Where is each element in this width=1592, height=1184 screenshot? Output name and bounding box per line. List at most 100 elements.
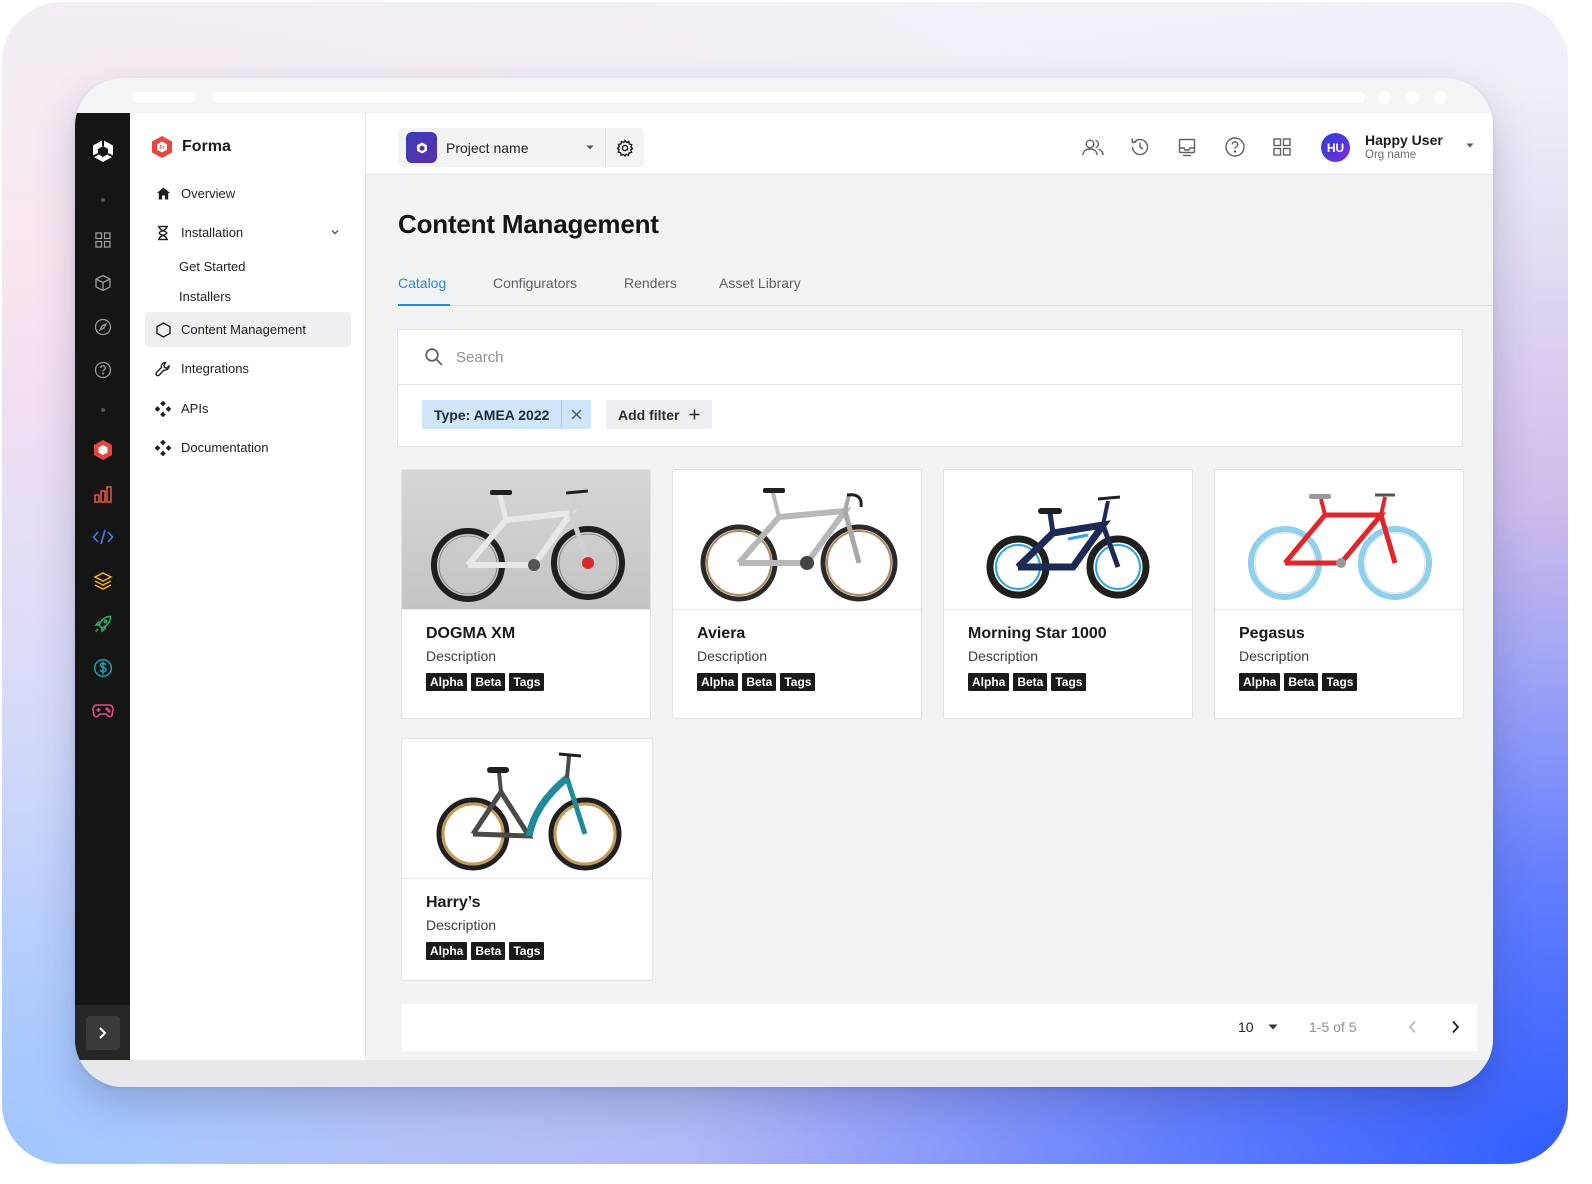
home-icon — [155, 186, 171, 202]
catalog-card[interactable]: Aviera Description Alpha Beta Tags — [672, 469, 922, 719]
product-image — [673, 470, 921, 610]
catalog-card[interactable]: Harry’s Description Alpha Beta Tags — [401, 738, 653, 981]
analytics-icon[interactable] — [89, 480, 117, 508]
sidebar-item-label: Overview — [181, 186, 236, 201]
layers-icon[interactable] — [89, 567, 117, 595]
brand: Fr Forma — [150, 135, 231, 159]
card-title: Harry’s — [426, 894, 481, 911]
page-size-select[interactable]: 10 — [1238, 1019, 1254, 1035]
user-org: Org name — [1365, 149, 1417, 161]
compass-icon[interactable] — [89, 313, 117, 341]
sidebar-subitem-installers[interactable]: Installers — [179, 289, 231, 304]
history-icon[interactable] — [1128, 135, 1152, 159]
tag: Beta — [742, 673, 777, 691]
chevron-right-icon[interactable] — [1446, 1018, 1464, 1036]
catalog-card[interactable]: DOGMA XM Description Alpha Beta Tags — [401, 469, 651, 719]
filter-chip-label: Type: AMEA 2022 — [434, 406, 550, 423]
caret-down-icon[interactable] — [1268, 1024, 1278, 1030]
sidebar-item-integrations[interactable]: Integrations — [145, 351, 351, 386]
sidebar-item-label: Content Management — [181, 322, 307, 337]
inbox-icon[interactable] — [1175, 135, 1199, 159]
tag: Tags — [509, 673, 545, 691]
code-icon[interactable] — [89, 523, 117, 551]
caret-down-icon[interactable] — [1466, 143, 1474, 148]
card-description: Description — [697, 648, 768, 664]
search-row — [398, 330, 1462, 385]
tab-active-indicator — [398, 304, 450, 306]
users-icon[interactable] — [1081, 135, 1105, 159]
chevron-down-icon — [331, 230, 339, 235]
help-icon[interactable] — [1223, 135, 1247, 159]
card-description: Description — [968, 648, 1039, 664]
sidebar-item-overview[interactable]: Overview — [145, 176, 351, 211]
project-selector[interactable]: Project name — [398, 128, 644, 167]
tab-renders[interactable]: Renders — [624, 275, 677, 291]
sidebar-item-label: Documentation — [181, 440, 269, 455]
dashboard-icon[interactable] — [89, 226, 117, 254]
bike-image-icon — [436, 752, 622, 870]
forma-logo-icon: Fr — [152, 136, 172, 158]
product-image — [944, 470, 1192, 610]
diamond-nodes-icon — [155, 439, 171, 456]
add-filter-button[interactable]: Add filter — [606, 400, 713, 429]
sidebar-item-label: Installation — [181, 225, 244, 240]
svg-text:Fr: Fr — [160, 145, 165, 151]
page-range: 1-5 of 5 — [1309, 1019, 1357, 1035]
product-image — [1215, 470, 1463, 610]
card-title: Pegasus — [1239, 625, 1305, 642]
search-icon — [425, 348, 443, 366]
search-input[interactable] — [456, 348, 1356, 366]
apps-grid-icon[interactable] — [1270, 135, 1294, 159]
sidebar-item-documentation[interactable]: Documentation — [145, 430, 351, 465]
frame-pill — [132, 92, 196, 103]
tag: Beta — [471, 942, 506, 960]
catalog-card[interactable]: Morning Star 1000 Description Alpha Beta… — [943, 469, 1193, 719]
sidebar-item-label: APIs — [181, 401, 209, 416]
product-image — [402, 470, 650, 610]
rocket-icon[interactable] — [89, 610, 117, 638]
dollar-icon[interactable] — [89, 654, 117, 682]
caret-down-icon — [575, 145, 605, 150]
plus-icon — [689, 409, 700, 420]
card-title: DOGMA XM — [426, 625, 516, 642]
filter-chip: Type: AMEA 2022 — [422, 400, 592, 429]
sidebar-item-apis[interactable]: APIs — [145, 391, 351, 426]
bike-image-icon — [1248, 493, 1432, 600]
close-icon[interactable] — [561, 400, 591, 429]
wrench-icon — [155, 361, 171, 377]
sidebar-item-content-management[interactable]: Content Management — [145, 312, 351, 347]
search-filter-panel: Type: AMEA 2022 Add filter — [397, 329, 1463, 447]
sidebar-item-installation[interactable]: Installation — [145, 215, 351, 250]
frame-dot — [1434, 91, 1447, 104]
user-name[interactable]: Happy User — [1365, 132, 1443, 148]
rail-footer — [75, 1005, 130, 1060]
tag: Alpha — [968, 673, 1010, 691]
card-title: Morning Star 1000 — [968, 625, 1107, 642]
product-rail — [75, 113, 130, 1060]
hourglass-icon — [155, 225, 171, 241]
bike-image-icon — [431, 489, 625, 602]
unity-logo-icon[interactable] — [89, 137, 117, 165]
catalog-card[interactable]: Pegasus Description Alpha Beta Tags — [1214, 469, 1464, 719]
sidebar-subitem-get-started[interactable]: Get Started — [179, 259, 245, 274]
tab-configurators[interactable]: Configurators — [493, 275, 577, 291]
tag: Tags — [1322, 673, 1358, 691]
avatar[interactable]: HU — [1321, 133, 1350, 162]
tag: Alpha — [697, 673, 739, 691]
rail-separator — [101, 198, 105, 202]
expand-rail-button[interactable] — [85, 1015, 120, 1050]
forma-icon[interactable] — [89, 436, 117, 464]
tab-catalog[interactable]: Catalog — [398, 275, 446, 291]
gear-icon[interactable] — [606, 128, 644, 167]
frame-dot — [1406, 91, 1419, 104]
tab-asset-library[interactable]: Asset Library — [719, 275, 801, 291]
gamepad-icon[interactable] — [89, 697, 117, 725]
tag: Beta — [1013, 673, 1048, 691]
help-icon[interactable] — [89, 356, 117, 384]
page-title: Content Management — [398, 209, 659, 239]
cube-icon[interactable] — [89, 269, 117, 297]
device-top-bar — [75, 78, 1493, 113]
chevron-left-icon[interactable] — [1404, 1018, 1422, 1036]
top-bar: Project name HU Happy User Org name — [366, 113, 1493, 175]
pagination-bar: 10 1-5 of 5 — [402, 1004, 1477, 1051]
